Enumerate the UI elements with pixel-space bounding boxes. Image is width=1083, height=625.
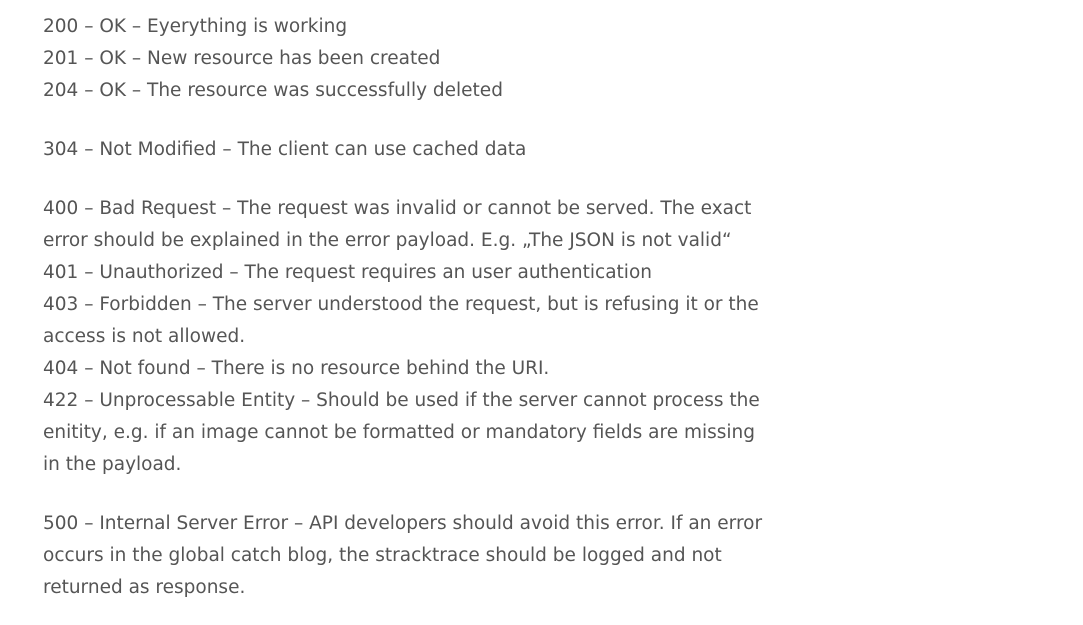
- status-400-line: 400 – Bad Request – The request was inva…: [43, 198, 752, 251]
- status-201-line: 201 – OK – New resource has been created: [43, 48, 441, 69]
- status-401-line: 401 – Unauthorized – The request require…: [43, 262, 652, 283]
- status-code-list: 200 – OK – Eyerything is working 201 – O…: [43, 11, 763, 604]
- status-200-line: 200 – OK – Eyerything is working: [43, 16, 348, 37]
- status-group-5xx: 500 – Internal Server Error – API develo…: [43, 508, 763, 604]
- status-204-line: 204 – OK – The resource was successfully…: [43, 80, 503, 101]
- status-403-line: 403 – Forbidden – The server understood …: [43, 294, 759, 347]
- status-group-3xx: 304 – Not Modified – The client can use …: [43, 134, 763, 166]
- status-404-line: 404 – Not found – There is no resource b…: [43, 358, 550, 379]
- status-422-line: 422 – Unprocessable Entity – Should be u…: [43, 390, 760, 475]
- status-group-2xx: 200 – OK – Eyerything is working 201 – O…: [43, 11, 763, 107]
- status-304-line: 304 – Not Modified – The client can use …: [43, 139, 527, 160]
- status-group-4xx: 400 – Bad Request – The request was inva…: [43, 193, 763, 481]
- status-500-line: 500 – Internal Server Error – API develo…: [43, 513, 763, 598]
